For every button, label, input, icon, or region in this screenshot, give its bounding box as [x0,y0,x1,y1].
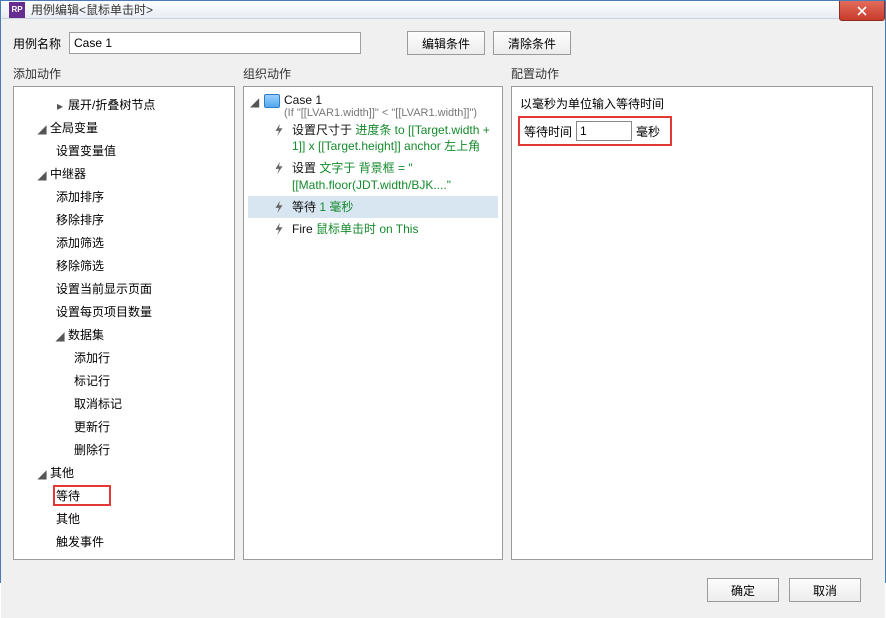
tree-item[interactable]: 添加排序 [16,185,232,208]
action-tree: ▸展开/折叠树节点 ◢全局变量 设置变量值 ◢中继器 添加排序 移除排序 添加筛… [16,93,232,553]
wait-time-label: 等待时间 [524,123,572,140]
tree-item[interactable]: 其他 [16,507,232,530]
organize-action-column: 组织动作 ◢ Case 1 (If "[[LVAR1.width]]" < "[… [243,65,503,560]
window-title: 用例编辑<鼠标单击时> [31,1,153,18]
add-action-header: 添加动作 [13,65,235,82]
chevron-down-icon[interactable]: ◢ [54,329,66,343]
tree-item[interactable]: ◢其他 [16,461,232,484]
organize-action-header: 组织动作 [243,65,503,82]
tree-item[interactable]: 设置每页项目数量 [16,300,232,323]
case-condition-text: (If "[[LVAR1.width]]" < "[[LVAR1.width]]… [284,107,498,119]
tree-item[interactable]: 触发事件 [16,530,232,553]
wait-time-input[interactable] [576,121,632,141]
action-item[interactable]: 设置尺寸于 进度条 to [[Target.width + 1]] x [[Ta… [248,119,498,157]
tree-item[interactable]: 移除筛选 [16,254,232,277]
wait-time-row: 等待时间 毫秒 [520,118,670,144]
action-item[interactable]: 设置 文字于 背景框 = "[[Math.floor(JDT.width/BJK… [248,157,498,195]
tree-item[interactable]: ▸展开/折叠树节点 [16,93,232,116]
tree-item[interactable]: 添加筛选 [16,231,232,254]
dialog-window: RP 用例编辑<鼠标单击时> 用例名称 编辑条件 清除条件 添加动作 ▸展开/折… [0,0,886,583]
chevron-right-icon[interactable]: ▸ [54,99,66,113]
tree-item[interactable]: 更新行 [16,415,232,438]
action-item[interactable]: Fire 鼠标单击时 on This [248,218,498,240]
close-button[interactable] [839,1,885,21]
tree-item[interactable]: ◢数据集 [16,323,232,346]
bolt-icon [272,161,286,175]
configure-action-header: 配置动作 [511,65,873,82]
tree-item[interactable]: 添加行 [16,346,232,369]
tree-item[interactable]: 设置当前显示页面 [16,277,232,300]
chevron-down-icon[interactable]: ◢ [36,168,48,182]
case-actions-panel: ◢ Case 1 (If "[[LVAR1.width]]" < "[[LVAR… [243,86,503,560]
tree-item[interactable]: 标记行 [16,369,232,392]
bolt-icon [272,123,286,137]
dialog-footer: 确定 取消 [13,570,873,610]
dialog-content: 用例名称 编辑条件 清除条件 添加动作 ▸展开/折叠树节点 ◢全局变量 设置变量… [1,19,885,618]
case-tree: ◢ Case 1 (If "[[LVAR1.width]]" < "[[LVAR… [248,93,498,240]
app-icon: RP [9,2,25,18]
case-name-text: Case 1 [284,93,498,107]
close-icon [856,6,868,16]
case-node[interactable]: ◢ Case 1 (If "[[LVAR1.width]]" < "[[LVAR… [248,93,498,119]
add-action-column: 添加动作 ▸展开/折叠树节点 ◢全局变量 设置变量值 ◢中继器 添加排序 移除排… [13,65,235,560]
tree-item[interactable]: ◢中继器 [16,162,232,185]
tree-item[interactable]: 移除排序 [16,208,232,231]
configure-action-column: 配置动作 以毫秒为单位输入等待时间 等待时间 毫秒 [511,65,873,560]
action-item-wait[interactable]: 等待 1 毫秒 [248,196,498,218]
cancel-button[interactable]: 取消 [789,578,861,602]
tree-item[interactable]: 取消标记 [16,392,232,415]
ok-button[interactable]: 确定 [707,578,779,602]
columns: 添加动作 ▸展开/折叠树节点 ◢全局变量 设置变量值 ◢中继器 添加排序 移除排… [13,65,873,560]
case-name-row: 用例名称 编辑条件 清除条件 [13,31,873,55]
case-icon [264,94,280,108]
wait-time-unit: 毫秒 [636,123,660,140]
config-panel: 以毫秒为单位输入等待时间 等待时间 毫秒 [511,86,873,560]
tree-item-wait[interactable]: 等待 [16,484,232,507]
config-description: 以毫秒为单位输入等待时间 [520,95,864,112]
titlebar: RP 用例编辑<鼠标单击时> [1,1,885,19]
chevron-down-icon[interactable]: ◢ [250,93,260,109]
bolt-icon [272,200,286,214]
chevron-down-icon[interactable]: ◢ [36,467,48,481]
case-name-input[interactable] [69,32,361,54]
case-name-label: 用例名称 [13,35,61,52]
tree-item[interactable]: 设置变量值 [16,139,232,162]
tree-item[interactable]: 删除行 [16,438,232,461]
tree-item[interactable]: ◢全局变量 [16,116,232,139]
action-tree-panel: ▸展开/折叠树节点 ◢全局变量 设置变量值 ◢中继器 添加排序 移除排序 添加筛… [13,86,235,560]
chevron-down-icon[interactable]: ◢ [36,122,48,136]
edit-condition-button[interactable]: 编辑条件 [407,31,485,55]
clear-condition-button[interactable]: 清除条件 [493,31,571,55]
bolt-icon [272,222,286,236]
